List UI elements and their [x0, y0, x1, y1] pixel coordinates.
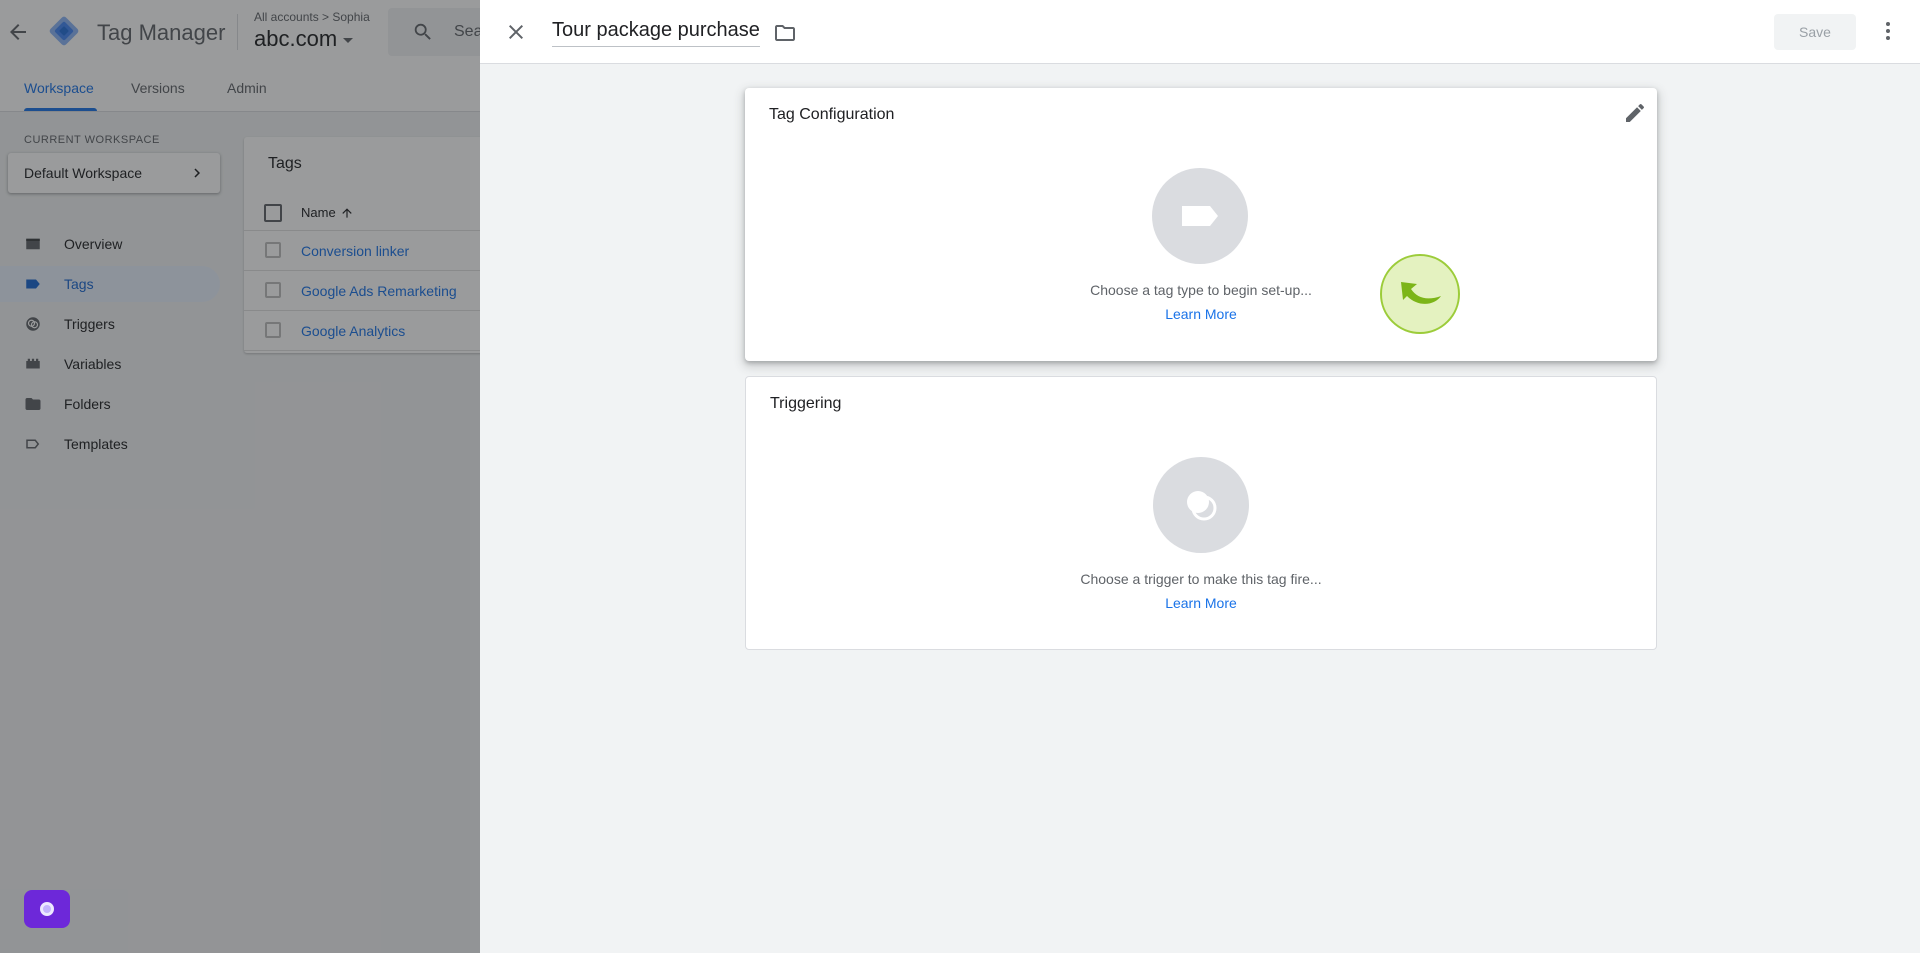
trigger-placeholder[interactable] — [1153, 457, 1249, 553]
click-highlight — [1380, 254, 1460, 334]
tag-configuration-card[interactable]: Tag Configuration Choose a tag type to b… — [745, 88, 1657, 361]
chat-bubble-icon — [40, 902, 54, 916]
curved-arrow-icon — [1401, 282, 1441, 304]
trigger-icon — [1187, 491, 1217, 521]
tag-configuration-title: Tag Configuration — [769, 106, 895, 123]
more-vert-icon[interactable] — [1876, 19, 1900, 43]
tag-type-hint: Choose a tag type to begin set-up... — [1090, 282, 1312, 298]
tag-name-field[interactable]: Tour package purchase — [552, 19, 760, 47]
learn-more-link[interactable]: Learn More — [746, 595, 1656, 611]
edit-pencil-icon[interactable] — [1623, 101, 1647, 125]
modal-scrim[interactable] — [0, 0, 480, 953]
trigger-hint: Choose a trigger to make this tag fire..… — [1080, 571, 1322, 587]
tag-icon — [1182, 206, 1218, 226]
tag-type-placeholder[interactable] — [1152, 168, 1248, 264]
learn-more-link[interactable]: Learn More — [745, 306, 1657, 322]
triggering-title: Triggering — [770, 395, 842, 412]
chat-widget-button[interactable] — [24, 890, 70, 928]
triggering-card[interactable]: Triggering Choose a trigger to make this… — [745, 376, 1657, 650]
save-button[interactable]: Save — [1774, 14, 1856, 50]
folder-icon[interactable] — [773, 21, 797, 45]
panel-header: Tour package purchase Save — [480, 0, 1920, 64]
close-icon[interactable] — [504, 20, 528, 44]
tag-editor-panel: Tour package purchase Save Tag Configura… — [480, 0, 1920, 953]
